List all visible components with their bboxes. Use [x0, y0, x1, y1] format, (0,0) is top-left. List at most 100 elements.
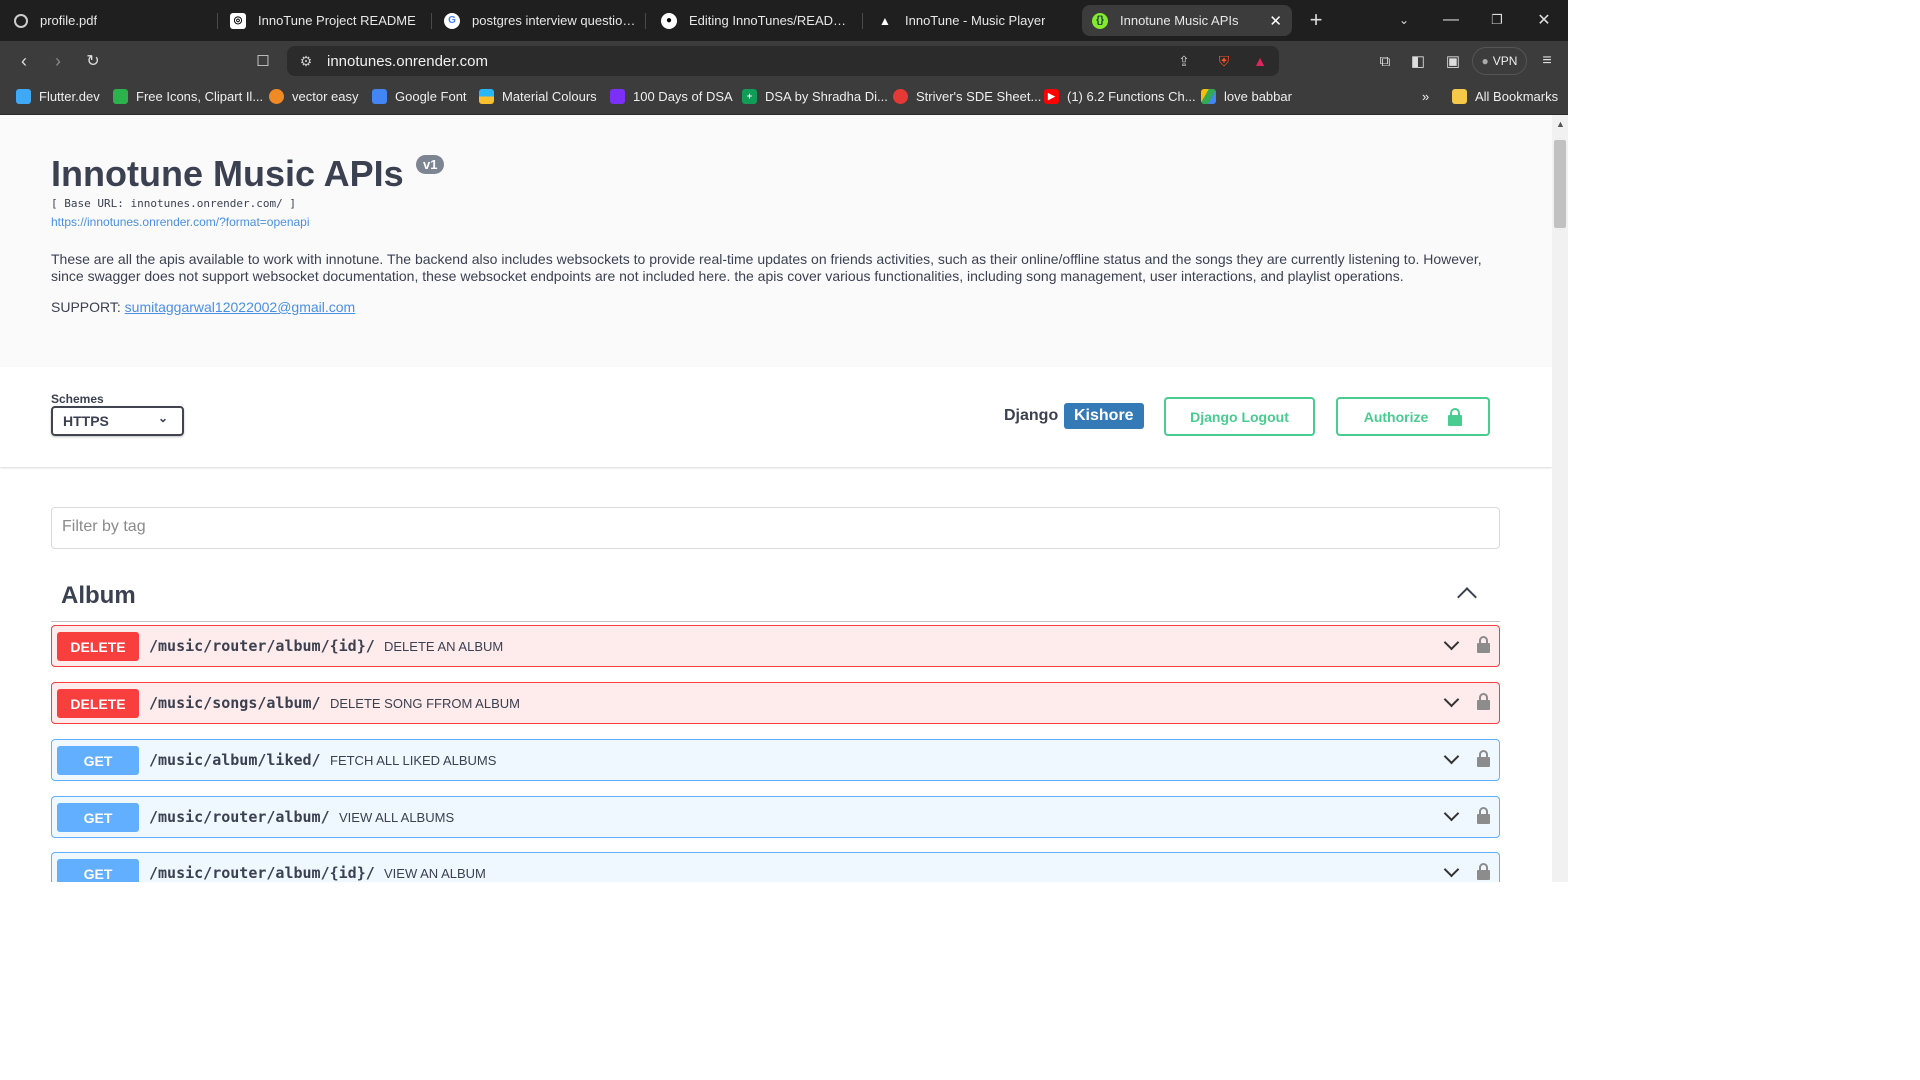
- bookmark-flutter[interactable]: Flutter.dev: [16, 89, 100, 104]
- tab-title: InnoTune - Music Player: [905, 13, 1046, 28]
- operation-path: /music/songs/album/: [149, 694, 321, 712]
- menu-icon[interactable]: ≡: [1535, 49, 1559, 73]
- all-bookmarks-label: All Bookmarks: [1475, 89, 1559, 104]
- scrollbar-thumb[interactable]: [1554, 140, 1566, 228]
- github-icon: ●: [661, 12, 677, 29]
- chevron-down-icon[interactable]: [1443, 861, 1460, 878]
- bookmark-free-icons[interactable]: Free Icons, Clipart Il...: [113, 89, 263, 104]
- bookmark-label: love babbar: [1224, 89, 1292, 104]
- user-badge: Kishore: [1064, 403, 1144, 429]
- site-settings-icon[interactable]: ⚙: [297, 52, 315, 70]
- folder-icon: [1452, 89, 1467, 104]
- url-text[interactable]: innotunes.onrender.com: [327, 53, 488, 70]
- browser-tab-strip: profile.pdf ◎ InnoTune Project README G …: [0, 0, 1568, 41]
- operation-path: /music/router/album/{id}/: [149, 637, 375, 655]
- bookmark-label: Striver's SDE Sheet...: [916, 89, 1042, 104]
- lock-icon[interactable]: [1477, 750, 1490, 768]
- base-url: [ Base URL: innotunes.onrender.com/ ]: [51, 197, 297, 210]
- restore-icon[interactable]: ❐: [1486, 8, 1508, 32]
- google-fonts-icon: [372, 89, 387, 104]
- bookmark-icon[interactable]: ☐: [251, 49, 275, 73]
- minimize-icon[interactable]: —: [1440, 8, 1462, 32]
- authorize-button[interactable]: Authorize: [1336, 397, 1490, 436]
- operation-row[interactable]: DELETE /music/songs/album/ DELETE SONG F…: [51, 682, 1500, 724]
- all-bookmarks-button[interactable]: All Bookmarks: [1452, 89, 1558, 104]
- brave-rewards-icon[interactable]: ▲: [1251, 52, 1269, 70]
- django-logout-button[interactable]: Django Logout: [1164, 397, 1315, 436]
- operation-summary: DELETE SONG FFROM ALBUM: [330, 696, 520, 711]
- bookmark-google-font[interactable]: Google Font: [372, 89, 467, 104]
- tab-postgres[interactable]: G postgres interview questions - (: [434, 5, 646, 36]
- operation-row[interactable]: GET /music/router/album/{id}/ VIEW AN AL…: [51, 852, 1500, 882]
- tab-search-icon[interactable]: ⌄: [1393, 8, 1415, 32]
- chevron-down-icon[interactable]: [1443, 748, 1460, 765]
- 100-days-dsa-icon: [610, 89, 625, 104]
- bookmark-material-colours[interactable]: Material Colours: [479, 89, 597, 104]
- support-email-link[interactable]: sumitaggarwal12022002@gmail.com: [125, 299, 356, 315]
- spec-url-link[interactable]: https://innotunes.onrender.com/?format=o…: [51, 215, 310, 229]
- vpn-button[interactable]: ● VPN: [1472, 47, 1527, 75]
- tab-github[interactable]: ● Editing InnoTunes/README.md: [651, 5, 863, 36]
- operation-row[interactable]: DELETE /music/router/album/{id}/ DELETE …: [51, 625, 1500, 667]
- bookmark-dsa-shradha[interactable]: + DSA by Shradha Di...: [742, 89, 888, 104]
- chevron-down-icon[interactable]: [1443, 805, 1460, 822]
- schemes-bar: Schemes HTTPS ⌄ Django Kishore Django Lo…: [0, 367, 1552, 467]
- tab-profile-pdf[interactable]: profile.pdf: [4, 5, 218, 36]
- bookmark-vector-easy[interactable]: vector easy: [269, 89, 358, 104]
- schemes-selected-value: HTTPS: [63, 413, 109, 429]
- scroll-up-icon[interactable]: ▲: [1556, 119, 1565, 129]
- back-icon[interactable]: ‹: [12, 49, 36, 73]
- extensions-icon[interactable]: ⧉: [1373, 49, 1397, 73]
- tab-title: InnoTune Project README: [258, 13, 416, 28]
- chevron-up-icon[interactable]: [1457, 587, 1477, 607]
- tab-innotune-apis[interactable]: {} Innotune Music APIs ✕: [1082, 5, 1292, 36]
- page-title: Innotune Music APIs: [51, 153, 404, 194]
- bookmark-label: DSA by Shradha Di...: [765, 89, 888, 104]
- django-label: Django: [1004, 407, 1059, 424]
- bookmarks-bar: Flutter.dev Free Icons, Clipart Il... ve…: [0, 81, 1568, 115]
- wallet-icon[interactable]: ▣: [1441, 49, 1465, 73]
- vpn-label: VPN: [1492, 54, 1518, 68]
- operation-row[interactable]: GET /music/router/album/ VIEW ALL ALBUMS: [51, 796, 1500, 838]
- tab-readme[interactable]: ◎ InnoTune Project README: [220, 5, 432, 36]
- bookmark-youtube-functions[interactable]: ▶ (1) 6.2 Functions Ch...: [1044, 89, 1196, 104]
- share-icon[interactable]: ⇪: [1175, 52, 1193, 70]
- close-window-icon[interactable]: ✕: [1533, 8, 1555, 32]
- lock-icon[interactable]: [1477, 807, 1490, 825]
- sidebar-icon[interactable]: ◧: [1406, 49, 1430, 73]
- more-bookmarks-label: »: [1422, 89, 1430, 104]
- bookmark-label: Free Icons, Clipart Il...: [136, 89, 264, 104]
- triangle-icon: ▲: [879, 13, 891, 28]
- page-scrollbar[interactable]: ▲: [1552, 115, 1568, 882]
- filter-by-tag-input[interactable]: Filter by tag: [51, 507, 1500, 549]
- reload-icon[interactable]: ↻: [81, 49, 105, 73]
- operation-path: /music/router/album/: [149, 808, 330, 826]
- tag-section-album[interactable]: Album: [51, 568, 1500, 622]
- tab-title: Innotune Music APIs: [1120, 13, 1239, 28]
- bookmark-love-babbar[interactable]: love babbar: [1201, 89, 1292, 104]
- lock-icon[interactable]: [1477, 863, 1490, 881]
- operation-path: /music/album/liked/: [149, 751, 321, 769]
- version-badge: v1: [416, 155, 445, 174]
- tab-music-player[interactable]: ▲ InnoTune - Music Player: [867, 5, 1079, 36]
- bookmark-striver[interactable]: Striver's SDE Sheet...: [893, 89, 1041, 104]
- bookmark-100-days-dsa[interactable]: 100 Days of DSA: [610, 89, 733, 104]
- tag-name: Album: [61, 582, 136, 609]
- forward-icon[interactable]: ›: [46, 49, 70, 73]
- bookmark-label: vector easy: [292, 89, 359, 104]
- brave-shield-icon[interactable]: ⛨: [1215, 52, 1233, 70]
- schemes-select[interactable]: HTTPS ⌄: [51, 406, 184, 436]
- operation-row[interactable]: GET /music/album/liked/ FETCH ALL LIKED …: [51, 739, 1500, 781]
- address-bar[interactable]: ⚙ innotunes.onrender.com ⇪ ⛨ ▲: [287, 46, 1279, 76]
- support-line: SUPPORT: sumitaggarwal12022002@gmail.com: [51, 299, 355, 315]
- chevron-down-icon[interactable]: [1443, 634, 1460, 651]
- close-tab-icon[interactable]: ✕: [1261, 12, 1282, 30]
- lock-icon[interactable]: [1477, 636, 1490, 654]
- new-tab-button[interactable]: +: [1305, 7, 1327, 32]
- lock-icon[interactable]: [1477, 693, 1490, 711]
- schemes-label: Schemes: [51, 392, 104, 406]
- openai-icon: ◎: [230, 12, 246, 29]
- chevron-down-icon[interactable]: [1443, 691, 1460, 708]
- bookmark-label: Material Colours: [502, 89, 597, 104]
- more-bookmarks-button[interactable]: »: [1422, 89, 1429, 104]
